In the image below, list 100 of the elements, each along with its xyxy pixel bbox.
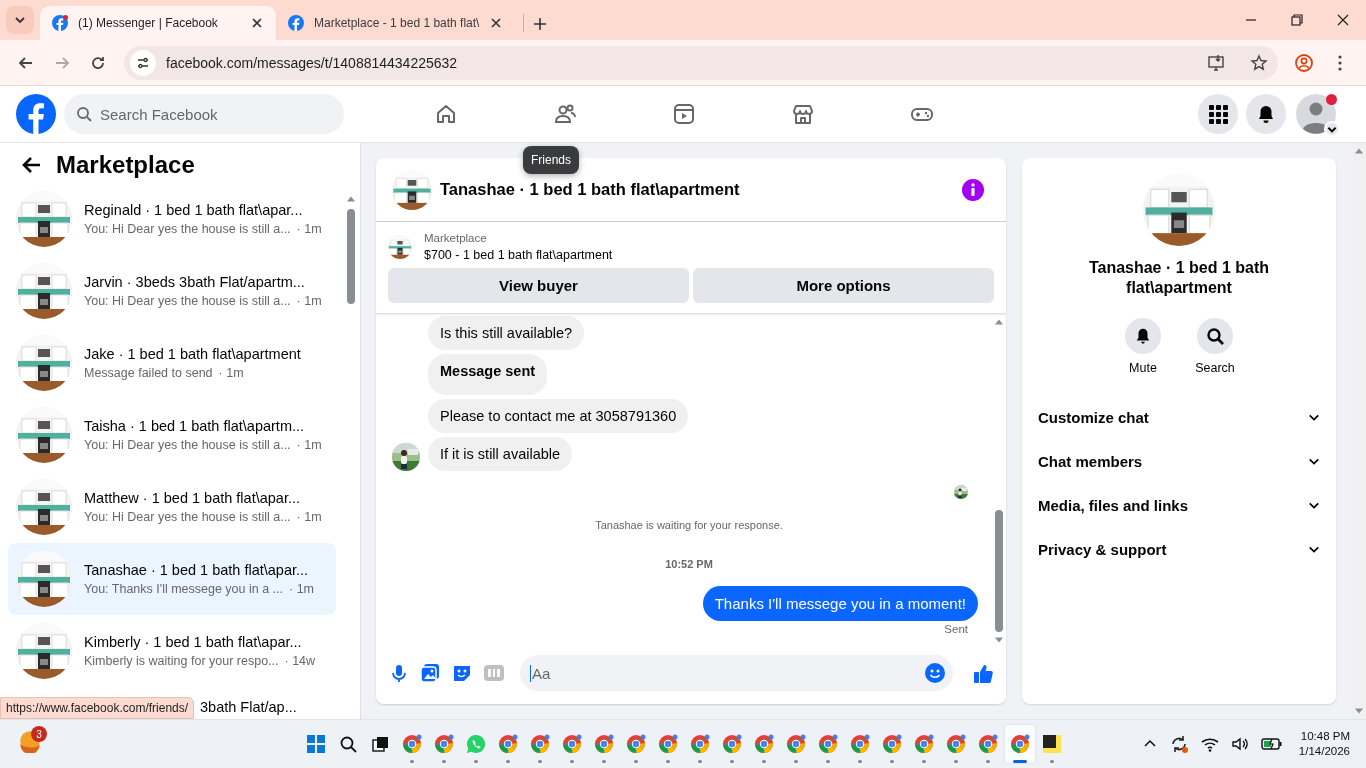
message-bubble: Thanks I'll messege you in a moment!	[702, 586, 978, 621]
chrome-icon	[658, 733, 678, 754]
message-field[interactable]: Aa	[520, 655, 953, 691]
sticky-note-icon	[1042, 733, 1062, 754]
photo-button[interactable]	[420, 663, 440, 683]
chrome-icon	[914, 733, 934, 754]
link-preview-tooltip: https://www.facebook.com/friends/	[0, 697, 195, 719]
conversation-item[interactable]: Kimberly · 1 bed 1 bath flat\apar... Kimberly is waiting for your respo... · 14w	[8, 615, 336, 687]
system-notice: Tanashae is waiting for your response.	[594, 519, 784, 531]
chrome-icon	[818, 733, 838, 754]
message-preview: You: Hi Dear yes the house is still a...	[84, 294, 291, 308]
friends-icon	[552, 102, 577, 126]
timestamp: 10:52 PM	[664, 558, 714, 570]
tooltip: Friends	[523, 146, 579, 174]
scroll-down-icon	[994, 636, 1004, 644]
browser-tab[interactable]: (1) Messenger | Facebook	[40, 6, 276, 40]
chrome-icon	[626, 733, 646, 754]
new-tab-button[interactable]	[532, 16, 549, 32]
facebook-logo[interactable]	[16, 94, 56, 134]
delivery-status: Sent	[943, 623, 969, 635]
action-button[interactable]: Mute	[1115, 318, 1171, 375]
chrome-icon	[1010, 733, 1030, 754]
chrome-icon	[434, 733, 454, 754]
image-icon	[420, 663, 440, 683]
close-icon	[489, 16, 504, 30]
address-bar[interactable]: facebook.com/messages/t/1408814434225632	[124, 45, 1278, 80]
chrome-icon	[402, 733, 422, 754]
close-icon	[250, 16, 264, 30]
conversation-item[interactable]: Jake · 1 bed 1 bath flat\apartment Message failed to send · 1m	[8, 327, 336, 399]
search-icon	[76, 106, 92, 122]
microphone-icon	[390, 664, 408, 682]
scroll-up-icon	[994, 318, 1004, 326]
message-preview: You: Hi Dear yes the house is still a...	[84, 510, 291, 524]
listing-label: Marketplace	[424, 232, 488, 244]
chrome-icon	[690, 733, 710, 754]
plus-icon	[532, 16, 549, 32]
notification-badge: 3	[31, 726, 47, 742]
menu-button[interactable]	[1198, 94, 1238, 134]
conversation-item[interactable]: Jarvin · 3beds 3bath Flat/apartm... You: Hi Dear yes the house is still a... · 1m	[8, 255, 336, 327]
scroll-up-icon	[1354, 147, 1364, 155]
conversation-item[interactable]: Matthew · 1 bed 1 bath flat\apar... You: Hi Dear yes the house is still a... · 1m	[8, 471, 336, 543]
chrome-icon	[722, 733, 742, 754]
arrow-left-icon	[22, 155, 42, 175]
action-button[interactable]: Search	[1187, 318, 1243, 375]
thumbs-up-icon	[973, 662, 994, 684]
page-title: Marketplace	[56, 151, 195, 179]
scrollbar-thumb[interactable]	[347, 209, 355, 304]
notifications-button[interactable]	[1246, 94, 1286, 134]
chrome-icon	[850, 733, 870, 754]
message-bubble: If it is still available	[428, 437, 573, 471]
grid-icon	[1208, 104, 1228, 124]
conversation-name: Jake · 1 bed 1 bath flat\apartment	[84, 346, 301, 362]
conversation-item[interactable]: Taisha · 1 bed 1 bath flat\apartm... You: Hi Dear yes the house is still a... · 1m	[8, 399, 336, 471]
scroll-down-icon	[1354, 707, 1364, 715]
section-header[interactable]: Customize chat	[1030, 395, 1328, 439]
browser-tab[interactable]: Marketplace - 1 bed 1 bath flat\	[276, 6, 516, 40]
like-button[interactable]	[973, 662, 994, 684]
message-time: · 1m	[289, 582, 315, 596]
chrome-icon	[882, 733, 902, 754]
chat-bubble-icon	[466, 733, 486, 754]
message-preview: You: Hi Dear yes the house is still a...	[84, 438, 291, 452]
chrome-icon	[562, 733, 582, 754]
info-button[interactable]	[962, 178, 984, 201]
star-icon	[1250, 53, 1268, 72]
microphone-button[interactable]	[390, 664, 408, 682]
windows-icon	[306, 733, 326, 754]
close-icon	[1337, 14, 1349, 26]
section-header[interactable]: Privacy & support	[1030, 527, 1328, 571]
install-icon	[1208, 53, 1226, 72]
clock[interactable]: 10:48 PM 1/14/2026	[1298, 730, 1350, 757]
message-time: · 1m	[296, 510, 322, 524]
message-bubble: Is this still available?	[428, 316, 585, 350]
conversation-item[interactable]: Reginald · 1 bed 1 bath flat\apar... You: Hi Dear yes the house is still a... · 1m	[8, 183, 336, 255]
message-bubble: Please to contact me at 3058791360	[428, 399, 689, 433]
scroll-up-icon	[346, 195, 356, 203]
section-header[interactable]: Chat members	[1030, 439, 1328, 483]
sticker-icon	[452, 663, 472, 683]
conversation-name: Jarvin · 3beds 3bath Flat/apartm...	[84, 274, 306, 290]
action-button[interactable]: View buyer	[388, 268, 689, 303]
chat-title: Tanashae · 1 bed 1 bath flat\apartment	[440, 180, 741, 199]
search-field[interactable]: Search Facebook	[64, 94, 344, 134]
scrollbar-thumb[interactable]	[995, 510, 1003, 632]
profile-button[interactable]	[1296, 94, 1336, 134]
message-preview: You: Thanks I'll messege you in a ...	[84, 582, 284, 596]
section-header[interactable]: Media, files and links	[1030, 483, 1328, 527]
conversation-item[interactable]: Tanashae · 1 bed 1 bath flat\apar... You: Thanks I'll messege you in a ... · 1m	[8, 543, 336, 615]
chrome-icon	[786, 733, 806, 754]
facebook-icon	[288, 15, 304, 31]
tab-list-button[interactable]	[6, 6, 34, 34]
more-icon	[1337, 54, 1343, 71]
bell-icon	[1134, 327, 1152, 345]
conversation-name: Kimberly · 1 bed 1 bath flat\apar...	[84, 634, 303, 650]
contact-name: Tanashae · 1 bed 1 bath flat\apartment	[1087, 258, 1271, 298]
chrome-icon	[530, 733, 550, 754]
action-button[interactable]: More options	[693, 268, 994, 303]
conversation-name: Tanashae · 1 bed 1 bath flat\apar...	[84, 562, 310, 578]
listing-title: $700 - 1 bed 1 bath flat\apartment	[424, 248, 613, 262]
message-time: · 1m	[218, 366, 244, 380]
sticker-button[interactable]	[452, 663, 472, 683]
chrome-icon	[594, 733, 614, 754]
